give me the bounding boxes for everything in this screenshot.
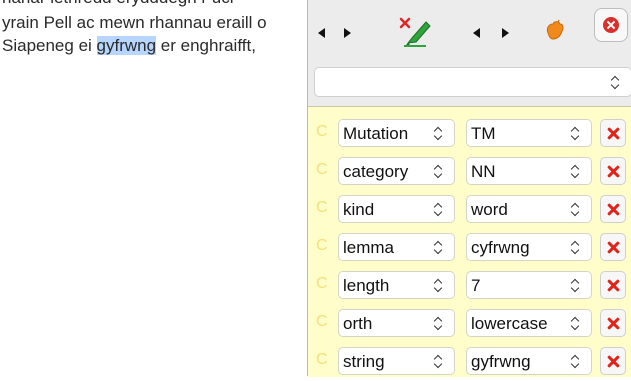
delete-feature-button[interactable] <box>600 309 626 337</box>
feature-value-select[interactable]: NN <box>466 157 592 185</box>
feature-row: C category NN <box>308 153 631 191</box>
feature-value: lowercase <box>471 314 548 333</box>
feature-name: Mutation <box>343 124 409 143</box>
previous-arrow-icon[interactable] <box>318 28 325 38</box>
feature-value: gyfrwng <box>471 352 531 371</box>
feature-name: category <box>343 162 409 181</box>
feature-name: lemma <box>343 238 395 257</box>
feature-name-select[interactable]: orth <box>338 309 455 337</box>
feature-name-select[interactable]: string <box>338 347 455 375</box>
delete-feature-button[interactable] <box>600 347 626 375</box>
delete-annotation-icon <box>399 17 431 47</box>
feature-name: string <box>343 352 385 371</box>
feature-value-select[interactable]: gyfrwng <box>466 347 592 375</box>
chevron-up-down-icon <box>571 163 581 179</box>
close-icon <box>603 17 619 33</box>
feature-value-select[interactable]: 7 <box>466 271 592 299</box>
row-marker: C <box>316 199 328 216</box>
feature-row: C kind word <box>308 191 631 229</box>
delete-feature-button[interactable] <box>600 271 626 299</box>
annotation-type-select[interactable] <box>314 67 631 97</box>
row-marker: C <box>316 275 328 292</box>
feature-value-select[interactable]: TM <box>466 119 592 147</box>
feature-name: orth <box>343 314 373 333</box>
delete-annotation-button[interactable] <box>398 14 434 48</box>
next-arrow-icon[interactable] <box>344 28 351 38</box>
chevron-up-down-icon <box>434 201 444 217</box>
feature-value-select[interactable]: word <box>466 195 592 223</box>
previous-arrow-icon[interactable] <box>473 28 480 38</box>
chevron-up-down-icon <box>434 277 444 293</box>
color-shape-icon <box>546 19 564 40</box>
feature-value: word <box>471 200 508 219</box>
row-marker: C <box>316 237 328 254</box>
feature-value-select[interactable]: cyfrwng <box>466 233 592 261</box>
chevron-up-down-icon <box>434 125 444 141</box>
feature-row: C length 7 <box>308 267 631 305</box>
row-marker: C <box>316 123 328 140</box>
delete-feature-button[interactable] <box>600 119 626 147</box>
chevron-up-down-icon <box>434 315 444 331</box>
selected-annotation-text[interactable]: gyfrwng <box>96 36 157 55</box>
feature-value: NN <box>471 162 496 181</box>
document-line: yrain Pell ac mewn rhannau eraill o <box>2 13 267 32</box>
chevron-up-down-icon <box>434 239 444 255</box>
feature-row: C orth lowercase <box>308 305 631 343</box>
chevron-up-down-icon <box>611 74 621 90</box>
feature-name-select[interactable]: kind <box>338 195 455 223</box>
chevron-up-down-icon <box>434 353 444 369</box>
feature-value: 7 <box>471 276 481 295</box>
feature-name-select[interactable]: Mutation <box>338 119 455 147</box>
delete-feature-button[interactable] <box>600 233 626 261</box>
annotation-editor-panel: C Mutation TM C category NN C kind word … <box>307 0 631 377</box>
feature-name-select[interactable]: lemma <box>338 233 455 261</box>
chevron-up-down-icon <box>571 353 581 369</box>
row-marker: C <box>316 351 328 368</box>
feature-name-select[interactable]: category <box>338 157 455 185</box>
feature-value-select[interactable]: lowercase <box>466 309 592 337</box>
chevron-up-down-icon <box>571 201 581 217</box>
row-marker: C <box>316 313 328 330</box>
feature-row: C lemma cyfrwng <box>308 229 631 267</box>
row-marker: C <box>316 161 328 178</box>
chevron-up-down-icon <box>571 315 581 331</box>
close-button[interactable] <box>594 8 628 42</box>
document-line: nanar lethredd erydddegn r ucr <box>2 0 235 8</box>
next-arrow-icon[interactable] <box>502 28 509 38</box>
delete-feature-button[interactable] <box>600 157 626 185</box>
toolbar <box>308 0 631 60</box>
document-line: Siapeneg ei gyfrwng er enghraifft, <box>2 36 256 56</box>
chevron-up-down-icon <box>434 163 444 179</box>
feature-name-select[interactable]: length <box>338 271 455 299</box>
feature-value: TM <box>471 124 496 143</box>
feature-name: length <box>343 276 390 295</box>
document-text: er enghraifft, <box>156 36 256 55</box>
delete-feature-button[interactable] <box>600 195 626 223</box>
chevron-up-down-icon <box>571 277 581 293</box>
feature-row: C string gyfrwng <box>308 343 631 381</box>
chevron-up-down-icon <box>571 239 581 255</box>
feature-row: C Mutation TM <box>308 115 631 153</box>
document-text-area[interactable]: nanar lethredd erydddegn r ucr yrain Pel… <box>0 0 308 376</box>
chevron-up-down-icon <box>571 125 581 141</box>
feature-name: kind <box>343 200 375 219</box>
document-text: Siapeneg ei <box>2 36 97 55</box>
feature-value: cyfrwng <box>471 238 530 257</box>
features-table: C Mutation TM C category NN C kind word … <box>308 106 631 377</box>
color-button[interactable] <box>544 19 566 43</box>
